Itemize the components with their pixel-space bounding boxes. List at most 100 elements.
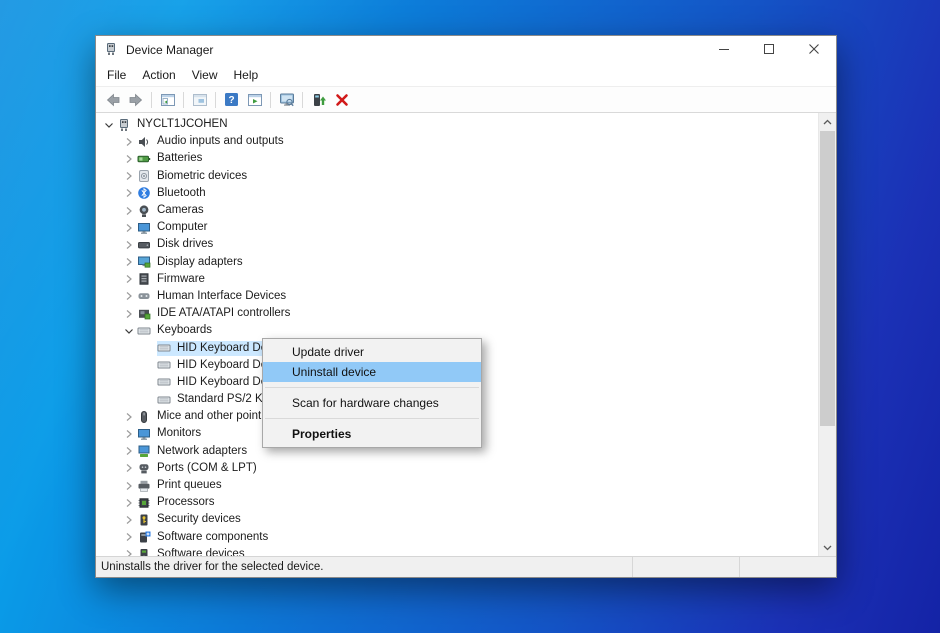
context-menu-separator [265,418,479,419]
title-bar[interactable]: Device Manager [96,36,836,64]
tree-item-content: Biometric devices [137,169,250,184]
chevron-collapsed-icon[interactable] [120,255,137,269]
toolbar-console-tree-button[interactable] [157,89,178,110]
chevron-collapsed-icon[interactable] [120,410,137,424]
scroll-up-icon[interactable] [819,113,836,130]
ide-icon [137,307,152,321]
tree-item-content: Processors [137,495,218,510]
context-menu-item-scan-for-hardware-changes[interactable]: Scan for hardware changes [263,393,481,413]
toolbar-separator [302,92,303,108]
tree-item-content: Software devices [137,547,248,556]
chevron-collapsed-icon[interactable] [120,169,137,183]
menu-view[interactable]: View [184,66,226,84]
toolbar-update-driver-button[interactable] [308,89,329,110]
chevron-collapsed-icon[interactable] [120,427,137,441]
tree-item-biometric-devices[interactable]: Biometric devices [96,168,818,185]
tree-item-audio-inputs-and-outputs[interactable]: Audio inputs and outputs [96,133,818,150]
tree-item-label: Software components [156,530,271,545]
menu-help[interactable]: Help [226,66,267,84]
toolbar-forward-button[interactable] [125,89,146,110]
toolbar-action-pane-button[interactable] [244,89,265,110]
tree-item-security-devices[interactable]: Security devices [96,511,818,528]
menu-file[interactable]: File [99,66,134,84]
tree-item-processors[interactable]: Processors [96,494,818,511]
tree-item-disk-drives[interactable]: Disk drives [96,236,818,253]
uninstall-device-icon [334,92,350,108]
chevron-collapsed-icon[interactable] [120,547,137,556]
toolbar-separator [215,92,216,108]
scan-hardware-icon [279,92,295,108]
close-button[interactable] [791,36,836,64]
tree-item-ide-ata-atapi-controllers[interactable]: IDE ATA/ATAPI controllers [96,305,818,322]
tree-item-label: Mice and other point [156,409,264,424]
chevron-collapsed-icon[interactable] [120,496,137,510]
tree-item-keyboards[interactable]: Keyboards [96,322,818,339]
chevron-collapsed-icon[interactable] [120,186,137,200]
tree-item-bluetooth[interactable]: Bluetooth [96,185,818,202]
tree-item-label: Cameras [156,203,207,218]
tree-item-firmware[interactable]: Firmware [96,271,818,288]
tree-item-display-adapters[interactable]: Display adapters [96,254,818,271]
chevron-expanded-icon[interactable] [100,118,117,132]
tree-item-ports-com-lpt[interactable]: Ports (COM & LPT) [96,460,818,477]
toolbar-scan-hardware-button[interactable] [276,89,297,110]
selected-row-highlight: HID Keyboard De [157,341,270,356]
context-menu-item-update-driver[interactable]: Update driver [263,342,481,362]
context-menu-item-properties[interactable]: Properties [263,424,481,444]
chevron-collapsed-icon[interactable] [120,238,137,252]
maximize-button[interactable] [746,36,791,64]
software-component-icon [137,530,152,544]
chevron-expanded-icon[interactable] [120,324,137,338]
chevron-collapsed-icon[interactable] [120,272,137,286]
chevron-collapsed-icon[interactable] [120,221,137,235]
status-panel-1 [632,557,739,577]
menu-action[interactable]: Action [134,66,183,84]
tree-item-content: Monitors [137,426,204,441]
tree-item-content: NYCLT1JCOHEN [117,117,231,132]
firmware-icon [137,272,152,286]
tree-item-label: Network adapters [156,444,250,459]
chevron-collapsed-icon[interactable] [120,444,137,458]
tree-item-nyclt1jcohen[interactable]: NYCLT1JCOHEN [96,116,818,133]
chevron-collapsed-icon[interactable] [120,530,137,544]
chevron-collapsed-icon[interactable] [120,204,137,218]
toolbar-uninstall-device-button[interactable] [331,89,352,110]
tree-item-label: Display adapters [156,255,246,270]
tree-item-label: Disk drives [156,237,216,252]
chevron-spacer [140,358,157,372]
chevron-collapsed-icon[interactable] [120,307,137,321]
tree-item-content: Human Interface Devices [137,289,289,304]
tree-item-software-components[interactable]: Software components [96,529,818,546]
toolbar-back-button[interactable] [102,89,123,110]
tree-item-content: Ports (COM & LPT) [137,461,260,476]
mouse-icon [137,410,152,424]
chevron-collapsed-icon[interactable] [120,289,137,303]
scrollbar-thumb[interactable] [820,131,835,426]
tree-item-human-interface-devices[interactable]: Human Interface Devices [96,288,818,305]
chevron-collapsed-icon[interactable] [120,513,137,527]
chevron-collapsed-icon[interactable] [120,479,137,493]
status-text: Uninstalls the driver for the selected d… [96,561,632,573]
chevron-collapsed-icon[interactable] [120,152,137,166]
tree-item-batteries[interactable]: Batteries [96,150,818,167]
tree-item-computer[interactable]: Computer [96,219,818,236]
tree-item-cameras[interactable]: Cameras [96,202,818,219]
toolbar-export-list-button[interactable] [189,89,210,110]
tree-item-content: HID Keyboard De [157,375,270,390]
scroll-down-icon[interactable] [819,539,836,556]
tree-item-content: Cameras [137,203,207,218]
vertical-scrollbar[interactable] [818,113,836,556]
tree-item-label: HID Keyboard De [176,375,270,390]
keyboard-icon [157,358,172,372]
toolbar-help-button[interactable]: ? [221,89,242,110]
context-menu-item-uninstall-device[interactable]: Uninstall device [263,362,481,382]
scrollbar-track[interactable] [819,130,836,539]
keyboard-icon [157,375,172,389]
export-list-icon [192,92,208,108]
tree-item-software-devices[interactable]: Software devices [96,546,818,556]
tree-item-print-queues[interactable]: Print queues [96,477,818,494]
chevron-collapsed-icon[interactable] [120,461,137,475]
tree-item-content: Mice and other point [137,409,264,424]
chevron-collapsed-icon[interactable] [120,135,137,149]
minimize-button[interactable] [701,36,746,64]
